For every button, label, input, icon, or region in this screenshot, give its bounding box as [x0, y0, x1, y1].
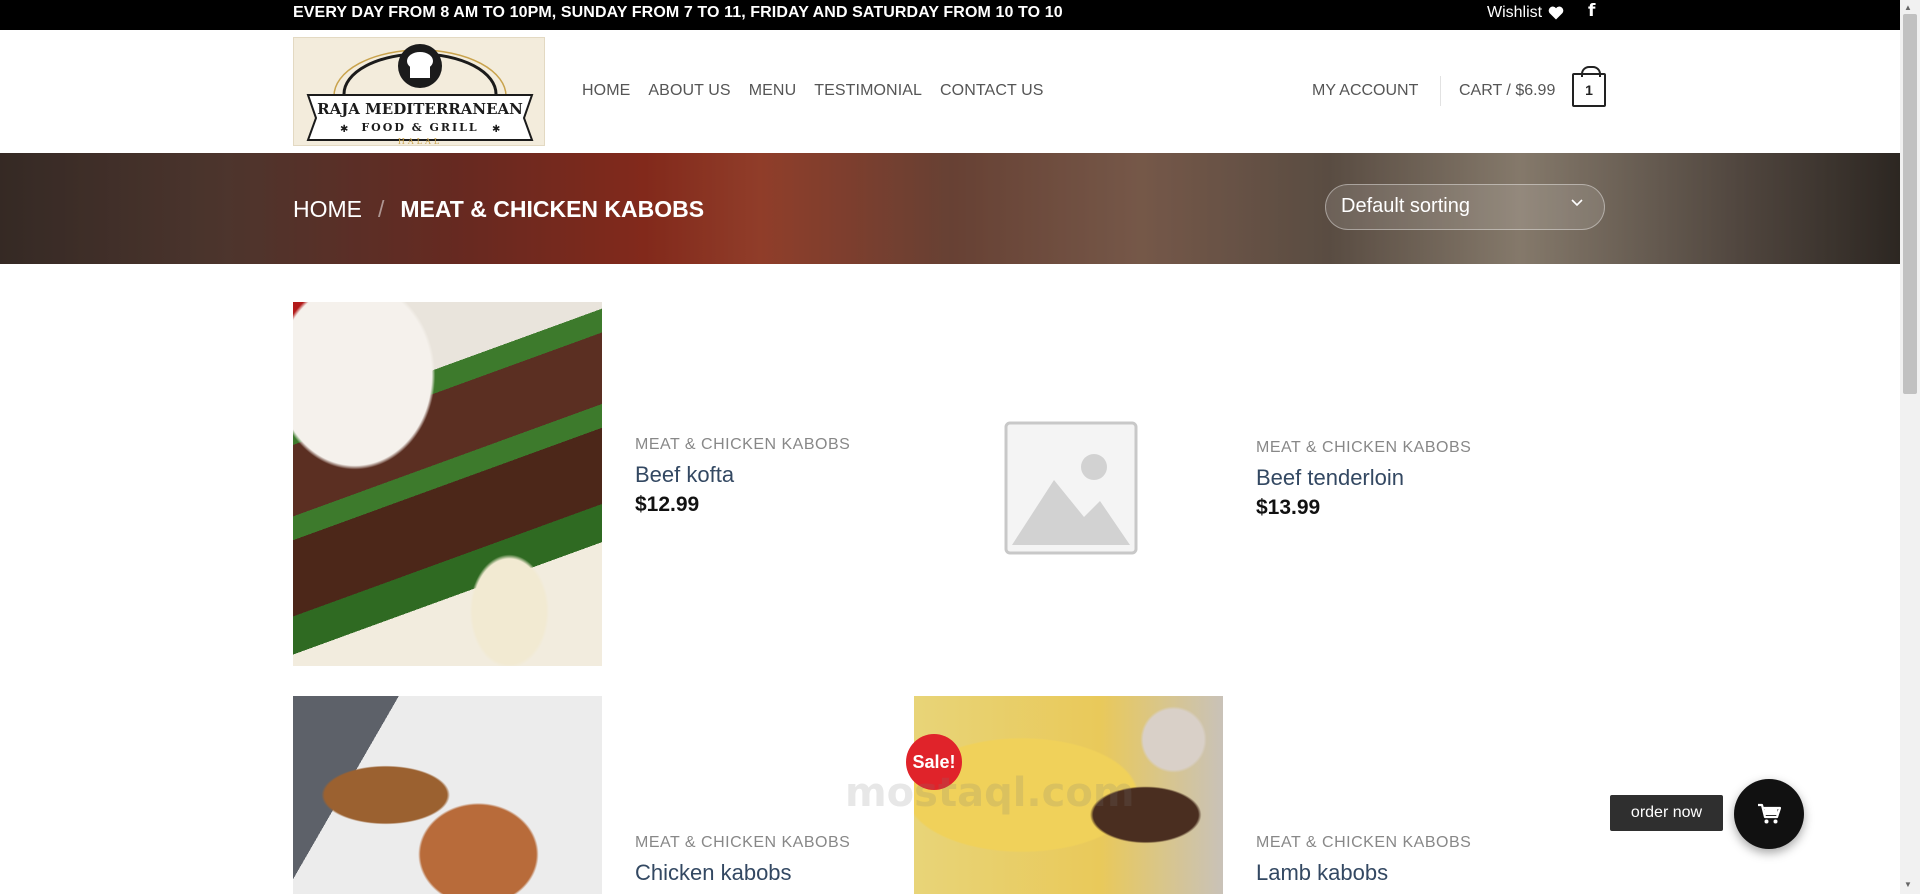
logo-emblem: RAJA MEDITERRANEAN FOOD & GRILL HALAL ✱ … — [306, 44, 534, 146]
sorting-value: Default sorting — [1341, 195, 1470, 217]
breadcrumb-separator: / — [378, 196, 385, 222]
heart-icon — [1548, 6, 1564, 20]
product-image-beef-tenderloin[interactable] — [914, 305, 1222, 613]
nav-testimonial[interactable]: TESTIMONIAL — [814, 82, 922, 100]
site-logo[interactable]: RAJA MEDITERRANEAN FOOD & GRILL HALAL ✱ … — [293, 37, 545, 146]
nav-menu[interactable]: MENU — [749, 82, 797, 100]
hero-overlay — [0, 153, 1900, 264]
wishlist-link[interactable]: Wishlist — [1487, 4, 1564, 22]
order-now-label[interactable]: order now — [1610, 795, 1723, 831]
product-category[interactable]: MEAT & CHICKEN KABOBS — [1256, 834, 1471, 852]
my-account-link[interactable]: MY ACCOUNT — [1312, 82, 1418, 100]
product-image-chicken-kabobs[interactable] — [293, 696, 602, 894]
nav-home[interactable]: HOME — [582, 82, 630, 100]
logo-halal: HALAL — [398, 137, 442, 146]
cart-count: 1 — [1585, 82, 1593, 98]
breadcrumb-current: MEAT & CHICKEN KABOBS — [400, 196, 705, 222]
product-category[interactable]: MEAT & CHICKEN KABOBS — [1256, 439, 1471, 457]
cart-icon — [1758, 803, 1781, 824]
product-name[interactable]: Beef tenderloin — [1256, 465, 1404, 491]
product-name[interactable]: Beef kofta — [635, 462, 734, 488]
product-price: $12.99 — [635, 493, 700, 516]
logo-subtitle: FOOD & GRILL — [361, 121, 478, 134]
image-placeholder-icon — [1004, 421, 1138, 555]
product-image-beef-kofta[interactable] — [293, 302, 602, 666]
product-category[interactable]: MEAT & CHICKEN KABOBS — [635, 436, 850, 454]
scrollbar-thumb[interactable] — [1903, 14, 1917, 394]
nav-contact-us[interactable]: CONTACT US — [940, 82, 1044, 100]
opening-hours: EVERY DAY FROM 8 AM TO 10PM, SUNDAY FROM… — [293, 4, 1063, 21]
logo-title: RAJA MEDITERRANEAN — [317, 100, 523, 118]
top-bar: EVERY DAY FROM 8 AM TO 10PM, SUNDAY FROM… — [0, 0, 1900, 30]
cart-icon[interactable]: 1 — [1572, 66, 1606, 107]
product-category[interactable]: MEAT & CHICKEN KABOBS — [635, 834, 850, 852]
scroll-up-arrow-icon[interactable]: ▲ — [1904, 3, 1912, 12]
nav-about-us[interactable]: ABOUT US — [648, 82, 730, 100]
wishlist-label: Wishlist — [1487, 4, 1543, 21]
sorting-select[interactable]: Default sorting — [1325, 184, 1605, 230]
breadcrumb: HOME / MEAT & CHICKEN KABOBS — [293, 196, 704, 223]
category-hero: HOME / MEAT & CHICKEN KABOBS Default sor… — [0, 153, 1900, 264]
site-header: RAJA MEDITERRANEAN FOOD & GRILL HALAL ✱ … — [0, 30, 1900, 153]
cart-link[interactable]: CART / $6.99 — [1459, 82, 1555, 100]
product-name[interactable]: Lamb kabobs — [1256, 860, 1388, 886]
facebook-icon[interactable]: f — [1588, 1, 1595, 21]
product-price: $13.99 — [1256, 496, 1321, 519]
chevron-down-icon — [1571, 199, 1583, 207]
header-divider — [1440, 76, 1441, 106]
main-nav: HOME ABOUT US MENU TESTIMONIAL CONTACT U… — [582, 82, 1062, 100]
breadcrumb-home[interactable]: HOME — [293, 196, 362, 223]
svg-text:✱: ✱ — [340, 124, 348, 135]
watermark: mostaql.com — [845, 770, 1135, 816]
product-name[interactable]: Chicken kabobs — [635, 860, 792, 886]
scroll-down-arrow-icon[interactable]: ▼ — [1904, 880, 1912, 889]
svg-text:✱: ✱ — [492, 124, 500, 135]
order-now-button[interactable] — [1734, 779, 1804, 849]
